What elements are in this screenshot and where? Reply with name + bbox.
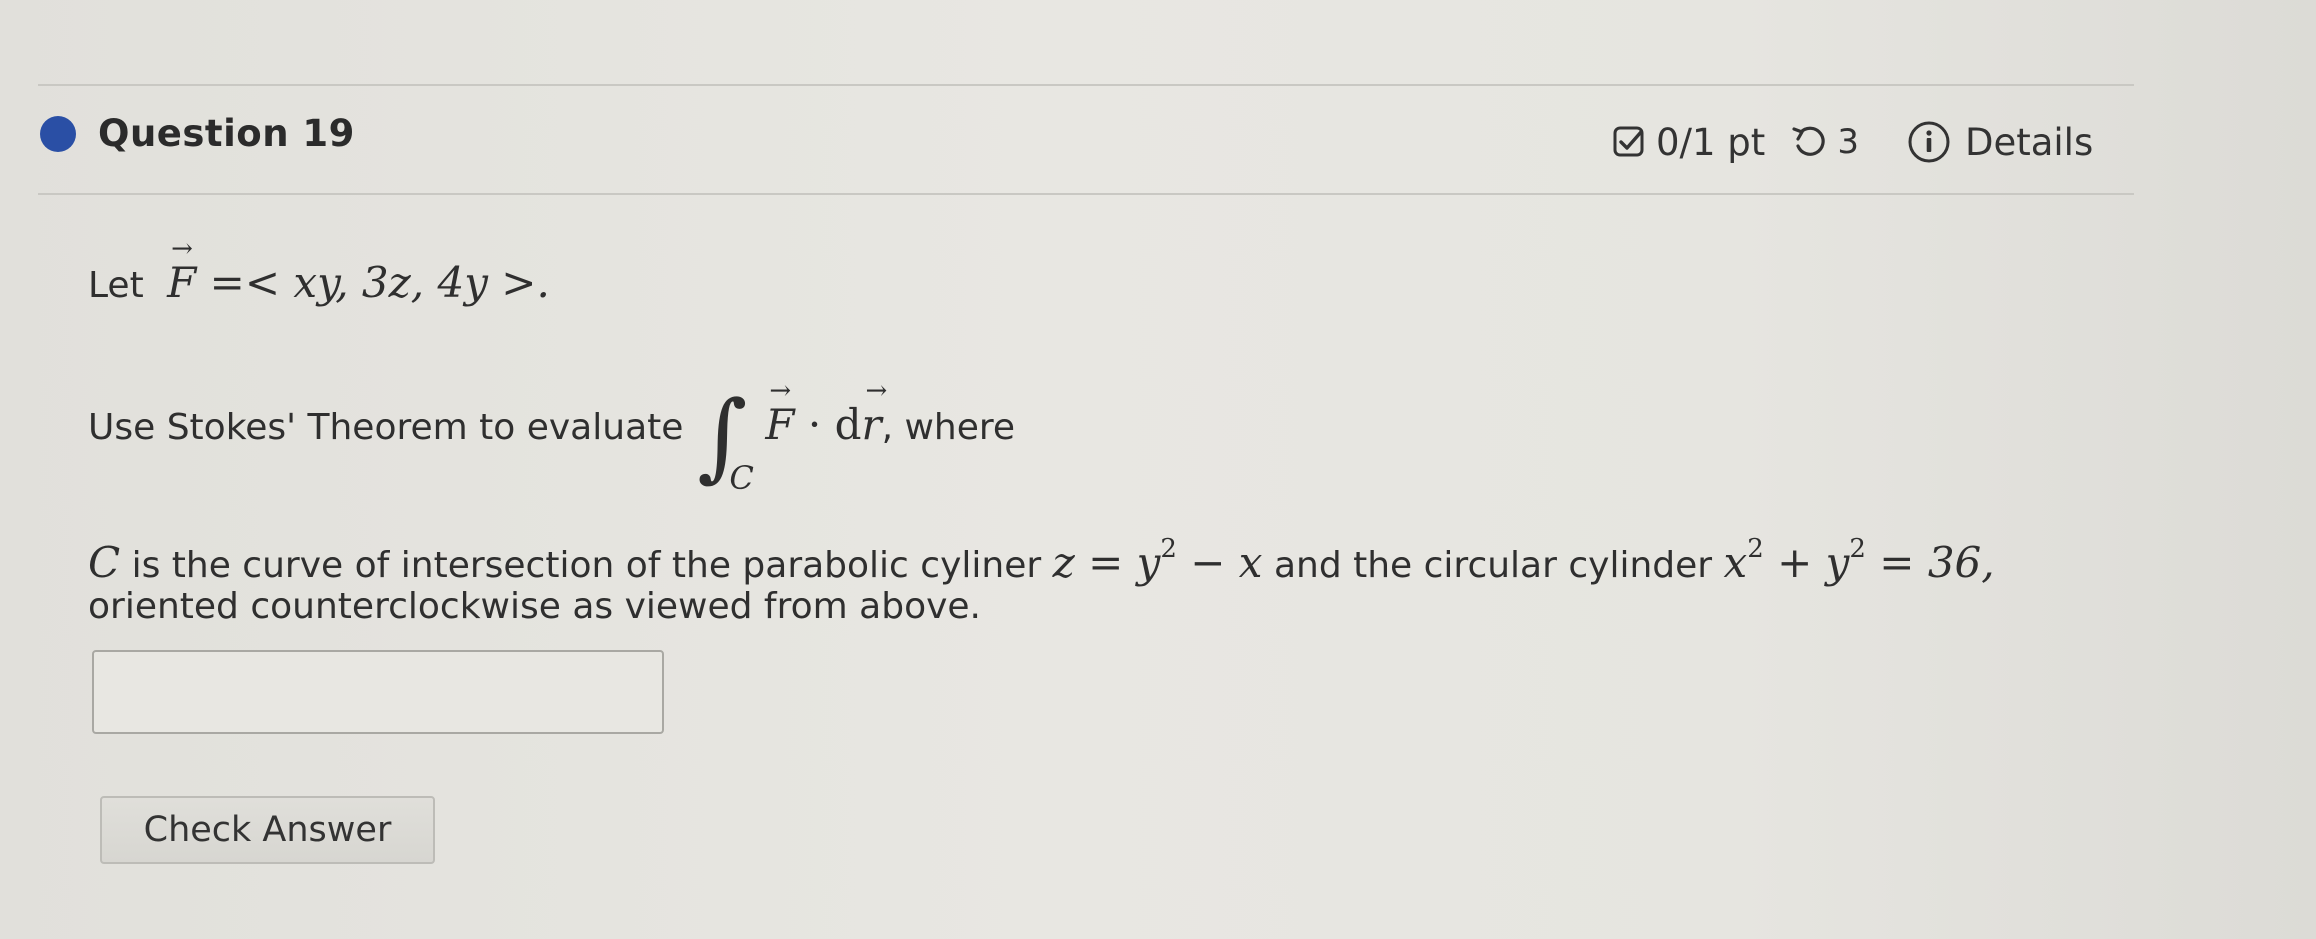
check-answer-button[interactable]: Check Answer xyxy=(100,796,435,864)
integrand-r: r xyxy=(862,376,888,449)
integral-subscript: C xyxy=(729,459,754,497)
top-divider xyxy=(38,84,2134,86)
vector-F: F xyxy=(167,234,196,307)
integrand: F · dr xyxy=(765,376,888,449)
vector-field-expression: F =< xy, 3z, 4y >. xyxy=(167,234,550,307)
question-header: Question 19 xyxy=(40,112,355,155)
details-link[interactable]: Details xyxy=(1965,121,2093,164)
page: Question 19 0/1 pt 3 Details Let → F =< … xyxy=(0,0,2316,939)
problem-line-3: C is the curve of intersection of the pa… xyxy=(88,534,1995,587)
parabolic-cylinder-equation: z = y2 − x xyxy=(1052,534,1263,587)
curve-C: C xyxy=(88,538,121,587)
stokes-instruction-text: Use Stokes' Theorem to evaluate xyxy=(88,407,684,448)
question-title: Question 19 xyxy=(98,112,355,155)
circular-cylinder-text: and the circular cylinder xyxy=(1262,545,1724,586)
problem-line-1: Let F =< xy, 3z, 4y >. xyxy=(88,234,550,307)
info-icon[interactable] xyxy=(1907,120,1951,164)
vector-field-components: =< xy, 3z, 4y >. xyxy=(209,258,550,307)
attempts-count: 3 xyxy=(1837,122,1859,162)
curve-description-text: is the curve of intersection of the para… xyxy=(120,545,1053,586)
let-text: Let xyxy=(88,265,144,306)
status-dot-icon xyxy=(40,115,76,152)
header-divider xyxy=(38,193,2134,195)
integrand-F: F xyxy=(765,376,794,449)
line-integral-symbol: ∫ C xyxy=(697,380,754,497)
problem-line-4: oriented counterclockwise as viewed from… xyxy=(88,586,981,627)
retry-icon xyxy=(1791,124,1829,160)
integrand-dot: · d xyxy=(794,400,862,449)
answer-input[interactable] xyxy=(92,650,664,734)
circular-cylinder-equation: x2 + y2 = 36, xyxy=(1723,534,1995,587)
where-text: , where xyxy=(881,407,1016,448)
checkbox-icon xyxy=(1612,125,1646,159)
question-meta: 0/1 pt 3 Details xyxy=(1612,120,2093,164)
problem-line-2: Use Stokes' Theorem to evaluate ∫CF · dr,… xyxy=(88,376,1016,497)
points-text: 0/1 pt xyxy=(1656,120,1766,164)
